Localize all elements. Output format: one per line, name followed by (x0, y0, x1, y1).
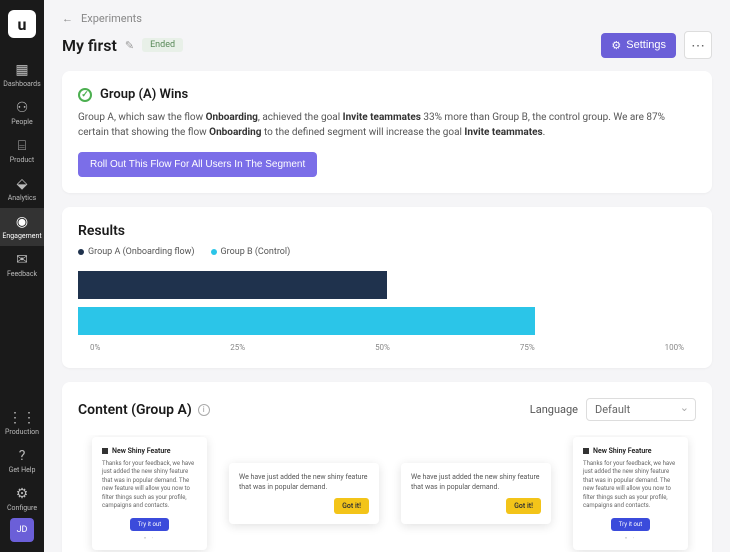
sidebar-item-label: Analytics (8, 194, 37, 202)
rollout-button[interactable]: Roll Out This Flow For All Users In The … (78, 152, 317, 177)
bar-group-a (78, 271, 387, 299)
sidebar-item-label: Product (10, 156, 34, 164)
legend-label-a: Group A (Onboarding flow) (88, 247, 195, 257)
breadcrumb-parent[interactable]: Experiments (81, 12, 142, 25)
results-chart: 0% 25% 50% 75% 100% (78, 267, 696, 352)
sidebar-item-dashboards[interactable]: ▦ Dashboards (0, 56, 44, 94)
edit-title-icon[interactable]: ✎ (125, 39, 134, 52)
sidebar-item-label: Engagement (2, 232, 41, 240)
sidebar-item-production[interactable]: ⋮⋮ Production (0, 404, 44, 442)
app-logo[interactable]: u (8, 10, 36, 38)
content-card: Content (Group A) i Language Default New… (62, 382, 712, 552)
gear-icon: ⚙ (16, 486, 29, 502)
language-select[interactable]: Default (586, 398, 696, 421)
settings-button[interactable]: ⚙ Settings (601, 33, 676, 58)
preview-carousel[interactable]: New Shiny FeatureThanks for your feedbac… (78, 435, 696, 552)
sidebar: u ▦ Dashboards ⚇ People ⌸ Product ⬙ Analytic… (0, 0, 44, 552)
bar-group-b (78, 307, 535, 335)
help-icon: ? (19, 448, 26, 464)
main-content: ← Experiments My first ✎ Ended ⚙ Setting… (44, 0, 730, 552)
legend-dot-b (211, 249, 217, 255)
winner-card: ✓ Group (A) Wins Group A, which saw the … (62, 71, 712, 193)
people-icon: ⚇ (16, 100, 29, 116)
sidebar-item-engagement[interactable]: ◉ Engagement (0, 208, 44, 246)
content-title: Content (Group A) (78, 402, 192, 418)
legend-label-b: Group B (Control) (221, 247, 291, 257)
sidebar-item-label: Feedback (7, 270, 37, 278)
user-avatar[interactable]: JD (10, 518, 34, 542)
winner-title: Group (A) Wins (100, 87, 188, 102)
results-title: Results (78, 223, 696, 239)
gear-icon: ⚙ (611, 39, 621, 52)
sidebar-item-label: Get Help (9, 466, 36, 474)
sidebar-item-gethelp[interactable]: ? Get Help (0, 442, 44, 480)
breadcrumb: ← Experiments (62, 12, 712, 25)
preview-modal[interactable]: New Shiny FeatureThanks for your feedbac… (92, 437, 207, 550)
sidebar-item-feedback[interactable]: ✉ Feedback (0, 246, 44, 284)
settings-label: Settings (626, 39, 666, 51)
feedback-icon: ✉ (16, 252, 28, 268)
preview-modal[interactable]: New Shiny FeatureThanks for your feedbac… (573, 437, 688, 550)
preview-tooltip[interactable]: We have just added the new shiny feature… (229, 463, 379, 525)
sidebar-item-label: Configure (7, 504, 37, 512)
engagement-icon: ◉ (16, 214, 28, 230)
sidebar-item-label: Dashboards (3, 80, 40, 88)
results-card: Results Group A (Onboarding flow) Group … (62, 207, 712, 368)
preview-tooltip[interactable]: We have just added the new shiny feature… (401, 463, 551, 525)
topbar: ← Experiments My first ✎ Ended ⚙ Setting… (44, 0, 730, 59)
sidebar-item-product[interactable]: ⌸ Product (0, 132, 44, 170)
winner-summary: Group A, which saw the flow Onboarding, … (78, 110, 696, 140)
product-icon: ⌸ (18, 138, 26, 154)
more-button[interactable]: ⋯ (684, 31, 712, 59)
language-label: Language (530, 403, 578, 416)
x-axis: 0% 25% 50% 75% 100% (78, 343, 696, 352)
legend: Group A (Onboarding flow) Group B (Contr… (78, 247, 696, 257)
sidebar-item-label: Production (5, 428, 39, 436)
legend-dot-a (78, 249, 84, 255)
status-badge: Ended (142, 38, 183, 52)
sidebar-item-configure[interactable]: ⚙ Configure (0, 480, 44, 518)
dashboards-icon: ▦ (15, 62, 28, 78)
back-icon[interactable]: ← (62, 12, 73, 25)
sidebar-item-label: People (11, 118, 32, 126)
page-title: My first (62, 36, 117, 55)
sidebar-item-people[interactable]: ⚇ People (0, 94, 44, 132)
sidebar-item-analytics[interactable]: ⬙ Analytics (0, 170, 44, 208)
info-icon[interactable]: i (198, 404, 210, 416)
analytics-icon: ⬙ (17, 176, 28, 192)
check-icon: ✓ (78, 88, 92, 102)
production-icon: ⋮⋮ (8, 410, 36, 426)
